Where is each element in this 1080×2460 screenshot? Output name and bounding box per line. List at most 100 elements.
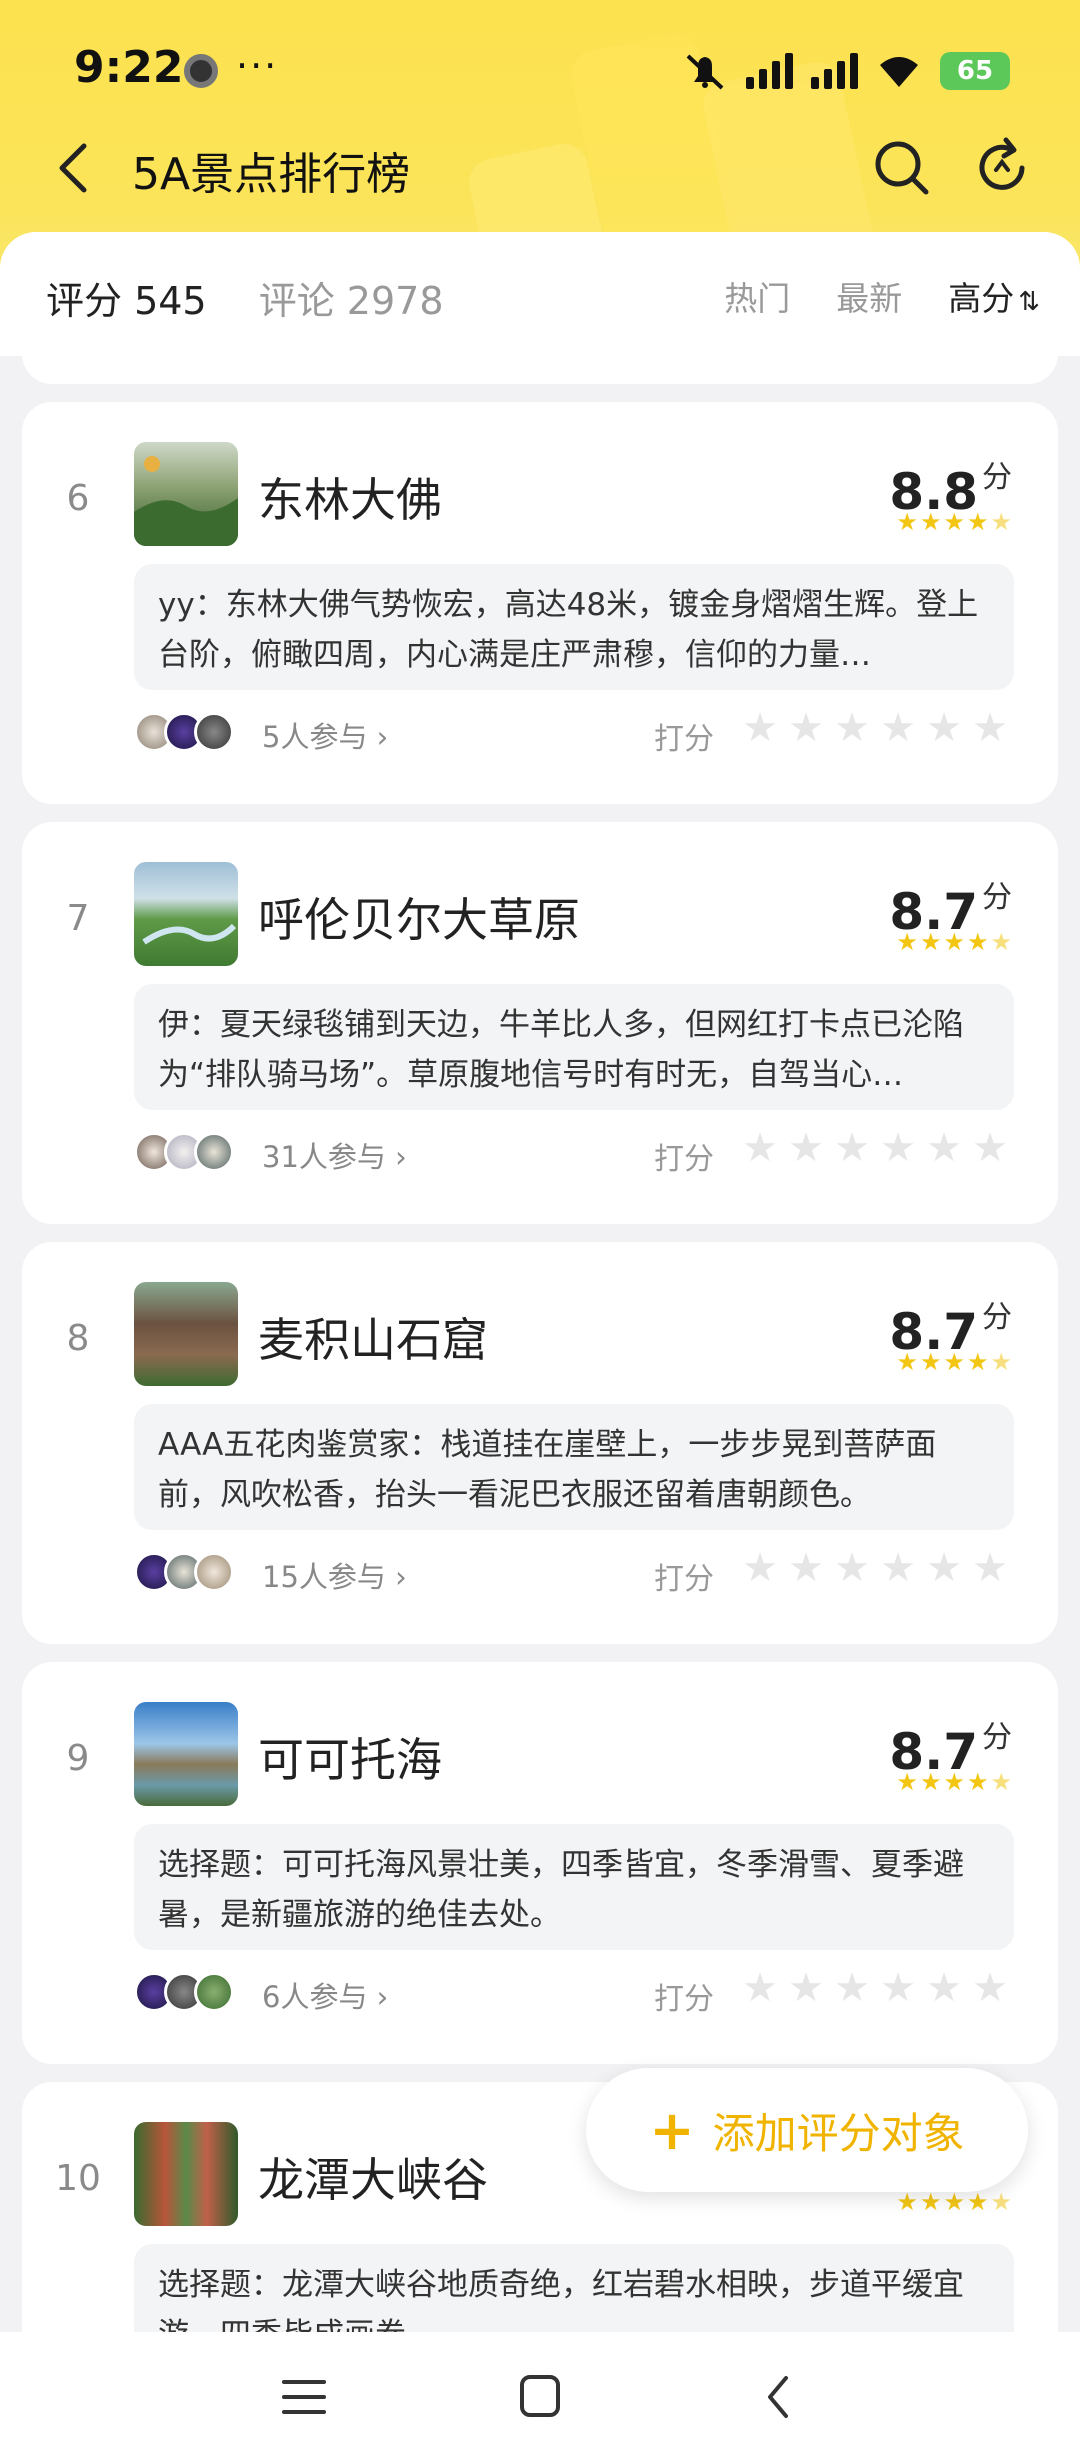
thumbnail: [134, 1282, 238, 1386]
star-empty-icon[interactable]: ★: [924, 1548, 964, 1588]
star-empty-icon[interactable]: ★: [924, 708, 964, 748]
star-icon: ★: [896, 2188, 918, 2216]
star-half-icon: ★: [990, 508, 1012, 536]
participant-avatars: [134, 712, 234, 752]
signal-icon: [811, 53, 858, 89]
refresh-icon[interactable]: [970, 136, 1034, 200]
sort-high-score[interactable]: 高分 ⇅: [948, 272, 1040, 320]
star-empty-icon[interactable]: ★: [832, 1968, 872, 2008]
star-icon: ★: [919, 1348, 942, 1376]
wifi-icon: [880, 57, 918, 87]
star-empty-icon[interactable]: ★: [970, 1968, 1010, 2008]
star-icon: ★: [943, 2188, 965, 2216]
rank-number: 7: [66, 898, 90, 939]
thumbnail: [134, 442, 238, 546]
item-name: 龙潭大峡谷: [258, 2153, 488, 2207]
rate-stars[interactable]: ★ ★ ★ ★ ★ ★: [740, 1968, 1010, 2008]
star-rating: ★ ★ ★ ★ ★: [896, 510, 1012, 534]
settings-status-icon: [184, 54, 218, 88]
list-item[interactable]: 6 东林大佛 8.8 分 ★ ★ ★ ★ ★ yy：东林大佛气势恢宏，高达48米，镀金身熠…: [22, 402, 1058, 804]
tab-rating-count[interactable]: 评分 545: [46, 279, 207, 323]
tab-comment-count[interactable]: 评论 2978: [259, 279, 444, 323]
page-title: 5A景点排行榜: [132, 149, 411, 200]
star-empty-icon[interactable]: ★: [878, 1548, 918, 1588]
participants-link[interactable]: 5人参与 ›: [262, 714, 388, 756]
score-unit: 分: [982, 1300, 1012, 1335]
item-name: 麦积山石窟: [258, 1313, 488, 1367]
star-icon: ★: [896, 928, 918, 956]
participants-link[interactable]: 15人参与 ›: [262, 1554, 407, 1596]
plus-icon: +: [649, 2098, 695, 2162]
star-empty-icon[interactable]: ★: [786, 1968, 826, 2008]
rate-label: 打分: [654, 1562, 714, 1597]
comment-box[interactable]: 伊：夏天绿毯铺到天边，牛羊比人多，但网红打卡点已沦陷为“排队骑马场”。草原腹地信…: [134, 984, 1014, 1110]
star-icon: ★: [966, 2188, 989, 2216]
star-half-icon: ★: [990, 1348, 1012, 1376]
rate-stars[interactable]: ★ ★ ★ ★ ★ ★: [740, 708, 1010, 748]
star-icon: ★: [919, 508, 942, 536]
star-empty-icon[interactable]: ★: [740, 1548, 780, 1588]
back-nav-icon[interactable]: [750, 2372, 810, 2422]
sort-hot[interactable]: 热门: [724, 272, 790, 320]
rate-label: 打分: [654, 1142, 714, 1177]
star-empty-icon[interactable]: ★: [832, 1548, 872, 1588]
chevron-left-icon: [59, 143, 87, 193]
participant-avatars: [134, 1552, 234, 1592]
sort-latest[interactable]: 最新: [836, 272, 902, 320]
star-icon: ★: [896, 1348, 918, 1376]
comment-text: 选择题：可可托海风景壮美，四季皆宜，冬季滑雪、夏季避暑，是新疆旅游的绝佳去处。: [158, 1847, 964, 1933]
star-empty-icon[interactable]: ★: [786, 708, 826, 748]
add-rating-object-label: 添加评分对象: [712, 2108, 965, 2158]
star-empty-icon[interactable]: ★: [740, 1968, 780, 2008]
mute-icon: [686, 54, 724, 90]
star-icon: ★: [966, 1768, 989, 1796]
star-empty-icon[interactable]: ★: [970, 1128, 1010, 1168]
star-empty-icon[interactable]: ★: [832, 1128, 872, 1168]
star-half-icon: ★: [990, 2188, 1012, 2216]
comment-box[interactable]: AAA五花肉鉴赏家：栈道挂在崖壁上，一步步晃到菩萨面前，风吹松香，抬头一看泥巴衣…: [134, 1404, 1014, 1530]
sort-arrow-icon: ⇅: [1018, 287, 1040, 317]
avatar: [194, 1552, 234, 1592]
star-icon: ★: [943, 928, 965, 956]
avatar: [194, 1132, 234, 1172]
star-empty-icon[interactable]: ★: [786, 1548, 826, 1588]
rate-stars[interactable]: ★ ★ ★ ★ ★ ★: [740, 1548, 1010, 1588]
star-empty-icon[interactable]: ★: [878, 708, 918, 748]
search-icon[interactable]: [870, 136, 934, 200]
star-empty-icon[interactable]: ★: [970, 1548, 1010, 1588]
star-rating: ★ ★ ★ ★ ★: [896, 1770, 1012, 1794]
list-item[interactable]: 7 呼伦贝尔大草原 8.7 分 ★ ★ ★ ★ ★ 伊：夏天绿毯铺到天边，牛羊比人多，但网…: [22, 822, 1058, 1224]
rate-stars[interactable]: ★ ★ ★ ★ ★ ★: [740, 1128, 1010, 1168]
list-item-partial: [22, 340, 1058, 384]
add-rating-object-button[interactable]: + 添加评分对象: [586, 2068, 1028, 2192]
star-empty-icon[interactable]: ★: [878, 1128, 918, 1168]
star-icon: ★: [943, 508, 965, 536]
star-empty-icon[interactable]: ★: [786, 1128, 826, 1168]
star-empty-icon[interactable]: ★: [878, 1968, 918, 2008]
comment-box[interactable]: 选择题：可可托海风景壮美，四季皆宜，冬季滑雪、夏季避暑，是新疆旅游的绝佳去处。: [134, 1824, 1014, 1950]
list-item[interactable]: 8 麦积山石窟 8.7 分 ★ ★ ★ ★ ★ AAA五花肉鉴赏家：栈道挂在崖壁上，一步步…: [22, 1242, 1058, 1644]
star-icon: ★: [966, 1348, 989, 1376]
star-icon: ★: [896, 508, 918, 536]
participants-link[interactable]: 31人参与 ›: [262, 1134, 407, 1176]
star-empty-icon[interactable]: ★: [924, 1128, 964, 1168]
score-unit: 分: [982, 880, 1012, 915]
star-empty-icon[interactable]: ★: [924, 1968, 964, 2008]
back-button[interactable]: [44, 138, 104, 198]
star-half-icon: ★: [990, 1768, 1012, 1796]
comment-box[interactable]: yy：东林大佛气势恢宏，高达48米，镀金身熠熠生辉。登上台阶，俯瞰四周，内心满是…: [134, 564, 1014, 690]
list-item[interactable]: 9 可可托海 8.7 分 ★ ★ ★ ★ ★ 选择题：可可托海风景壮美，四季皆宜，冬季滑雪…: [22, 1662, 1058, 2064]
star-empty-icon[interactable]: ★: [740, 708, 780, 748]
thumbnail: [134, 1702, 238, 1806]
star-empty-icon[interactable]: ★: [740, 1128, 780, 1168]
star-icon: ★: [943, 1768, 965, 1796]
star-empty-icon[interactable]: ★: [970, 708, 1010, 748]
signal-icon: [746, 53, 793, 89]
star-icon: ★: [919, 2188, 942, 2216]
menu-icon[interactable]: [274, 2372, 334, 2422]
item-name: 东林大佛: [258, 473, 442, 527]
star-icon: ★: [919, 928, 942, 956]
home-icon[interactable]: [510, 2372, 570, 2422]
participants-link[interactable]: 6人参与 ›: [262, 1974, 388, 2016]
star-empty-icon[interactable]: ★: [832, 708, 872, 748]
